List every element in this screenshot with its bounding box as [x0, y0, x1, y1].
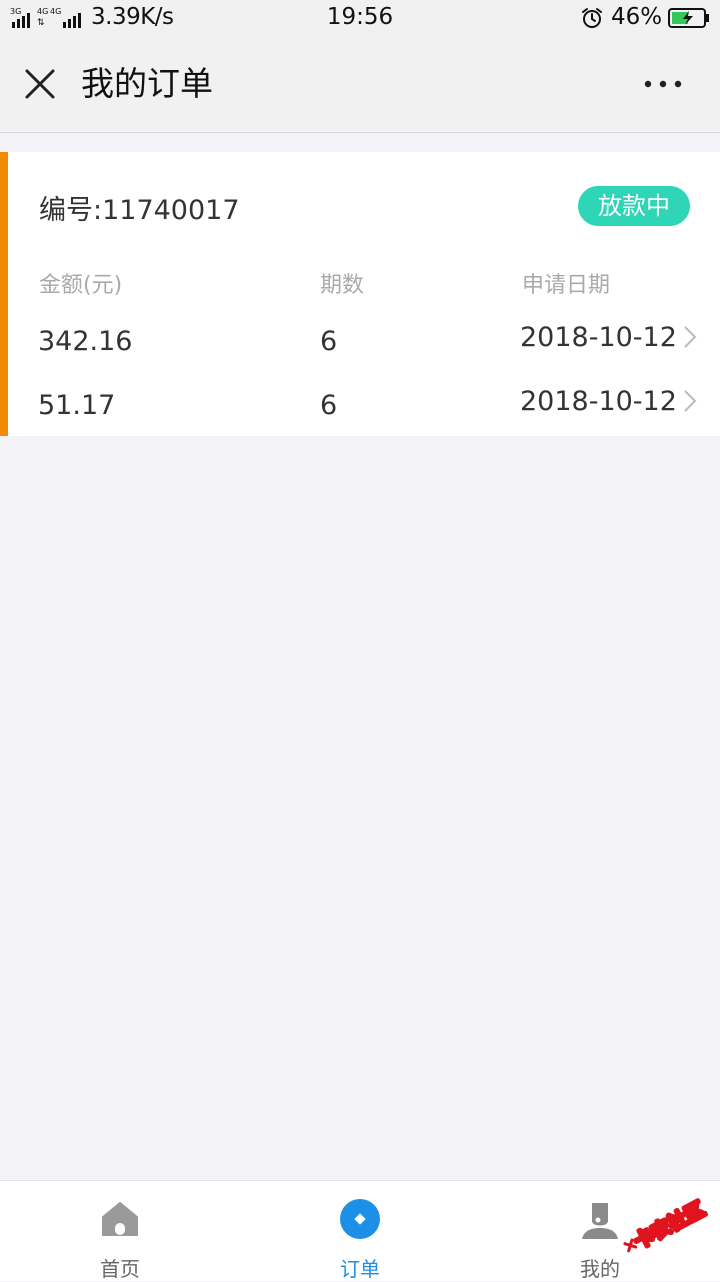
svg-text:卡农社区: 卡农社区 — [630, 1197, 708, 1253]
tab-orders[interactable]: 订单 — [240, 1181, 480, 1281]
status-badge: 放款中 — [578, 186, 690, 226]
row-periods: 6 — [320, 326, 338, 357]
order-row[interactable]: 51.17 6 2018-10-12 — [8, 374, 720, 438]
row-periods: 6 — [320, 390, 338, 421]
card-accent-bar — [0, 152, 8, 436]
row-date: 2018-10-12 — [520, 322, 677, 353]
user-icon — [582, 1203, 618, 1239]
row-date: 2018-10-12 — [520, 386, 677, 417]
row-amount: 342.16 — [38, 326, 133, 357]
chevron-right-icon — [684, 326, 697, 348]
row-amount: 51.17 — [38, 390, 116, 421]
chevron-right-icon — [684, 390, 697, 412]
home-icon — [102, 1202, 138, 1236]
tab-bar: 首页 订单 我的 — [0, 1180, 720, 1281]
header: 我的订单 — [0, 36, 720, 133]
order-icon — [340, 1199, 380, 1239]
order-number: 编号:11740017 — [39, 195, 240, 226]
column-header-amount: 金额(元) — [39, 273, 123, 298]
alarm-icon — [582, 8, 602, 28]
column-header-periods: 期数 — [320, 273, 365, 298]
battery-percent: 46% — [611, 4, 663, 30]
tab-home[interactable]: 首页 — [0, 1181, 240, 1281]
tab-label-orders: 订单 — [340, 1257, 380, 1281]
battery-charging-icon — [668, 8, 709, 28]
order-row[interactable]: 342.16 6 2018-10-12 — [8, 310, 720, 374]
status-bar: 3G 4G 4G ⇅ 3.39K/s 19:56 46% — [0, 0, 720, 36]
watermark-logo: 卡农社区 卡农社区 — [623, 1195, 710, 1255]
more-icon[interactable] — [636, 62, 690, 106]
close-icon[interactable] — [18, 62, 62, 106]
order-card[interactable]: 编号:11740017 放款中 金额(元) 期数 申请日期 342.16 6 2… — [0, 152, 720, 436]
column-header-date: 申请日期 — [522, 273, 611, 298]
tab-label-home: 首页 — [100, 1257, 140, 1281]
page-title: 我的订单 — [81, 64, 213, 103]
